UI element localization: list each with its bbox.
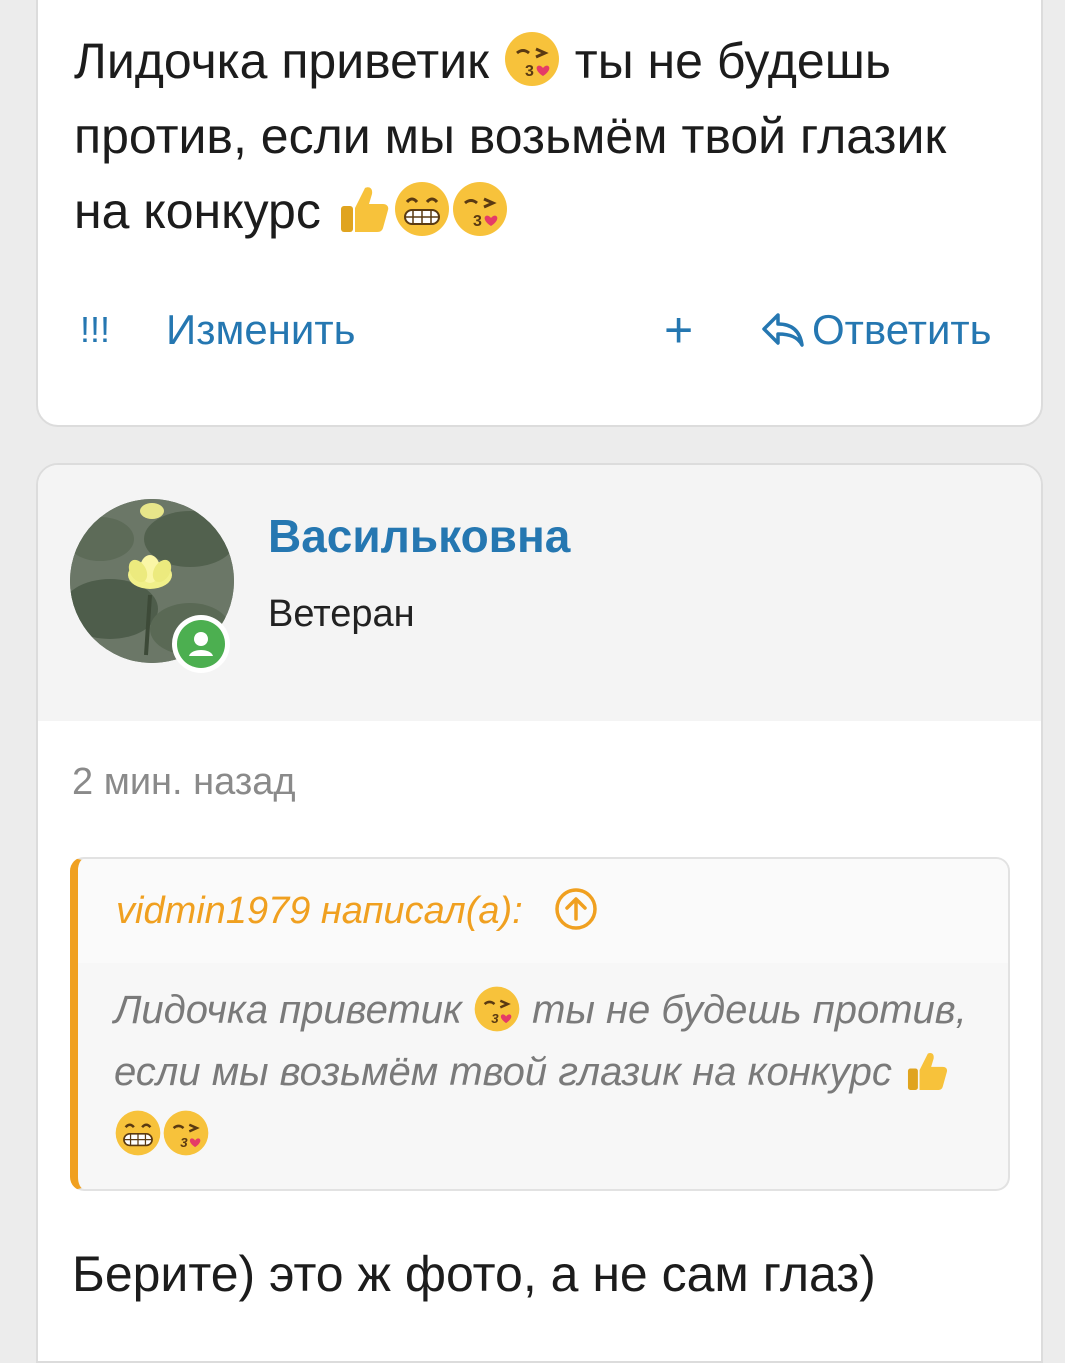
quote-text: Лидочка приветик 3 ты не будешь против, … (114, 979, 994, 1165)
reply-label: Ответить (812, 306, 992, 353)
previous-post-card: Лидочка приветик 3 ты не будешь против, … (36, 0, 1043, 427)
thumbs-up-emoji-icon (903, 1047, 951, 1095)
post-timestamp[interactable]: 2 мин. назад (72, 761, 296, 804)
username-link[interactable]: Васильковна (268, 509, 570, 563)
post-actions: !!! Изменить + Ответить (38, 300, 1041, 360)
go-to-quoted-post-icon[interactable] (553, 886, 599, 937)
reply-button[interactable]: Ответить (760, 300, 992, 360)
online-status-icon (172, 615, 230, 673)
post-card: Васильковна Ветеран 2 мин. назад vidmin1… (36, 463, 1043, 1363)
post-user-header: Васильковна Ветеран (38, 465, 1041, 721)
multiquote-add-button[interactable]: + (664, 300, 693, 360)
svg-text:3: 3 (491, 1011, 499, 1026)
svg-text:3: 3 (473, 213, 482, 230)
svg-text:3: 3 (180, 1135, 188, 1150)
grin-emoji-icon (393, 180, 451, 238)
quote-author-link[interactable]: vidmin1979 написал(а): (116, 890, 523, 933)
grin-emoji-icon (114, 1109, 162, 1157)
kissing-heart-emoji-icon: 3 (473, 985, 521, 1033)
post-text-part-1: Лидочка приветик (74, 33, 503, 89)
post-message: Берите) это ж фото, а не сам глаз) (72, 1246, 876, 1302)
kissing-heart-emoji-icon: 3 (451, 180, 509, 238)
quote-header: vidmin1979 написал(а): (78, 859, 1008, 963)
user-title: Ветеран (268, 593, 415, 635)
kissing-heart-emoji-icon: 3 (162, 1109, 210, 1157)
reply-arrow-icon (762, 313, 804, 347)
post-message: Лидочка приветик 3 ты не будешь против, … (74, 24, 1014, 249)
edit-button[interactable]: Изменить (166, 300, 355, 360)
quote-text-part-1: Лидочка приветик (114, 988, 474, 1032)
quote-block: vidmin1979 написал(а): Лидочка приветик … (70, 857, 1010, 1191)
thumbs-up-emoji-icon (335, 180, 393, 238)
kissing-heart-emoji-icon: 3 (503, 30, 561, 88)
report-button[interactable]: !!! (80, 300, 110, 360)
svg-text:3: 3 (525, 63, 534, 80)
